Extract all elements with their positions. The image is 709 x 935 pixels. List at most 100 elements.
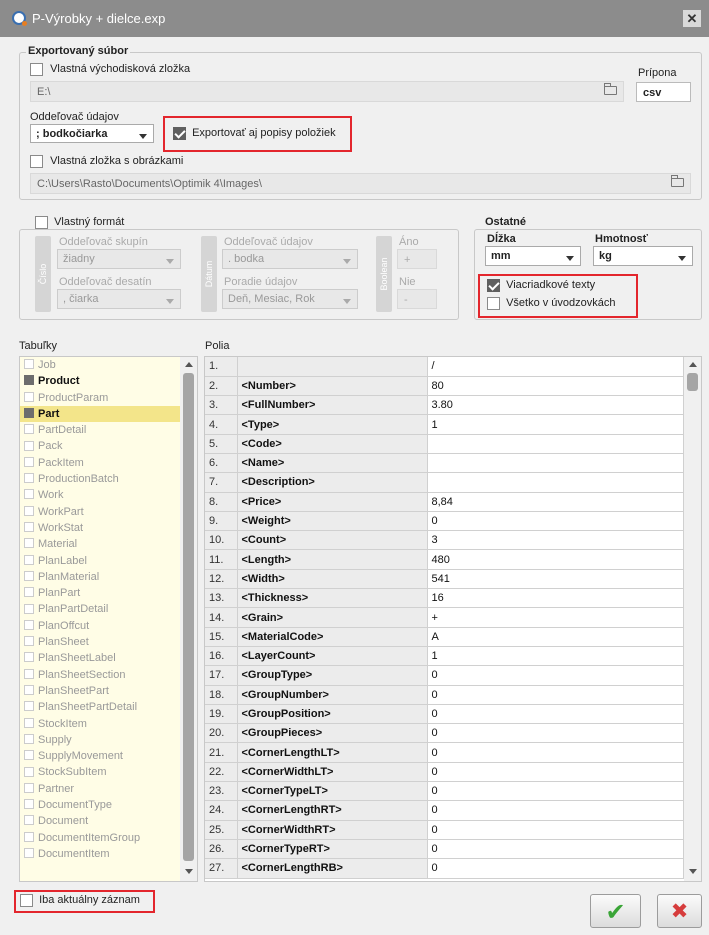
weight-unit-select[interactable]: kg (593, 246, 693, 266)
table-row[interactable]: 19. <GroupPosition> 0 (205, 704, 684, 725)
table-list-item[interactable]: SupplyMovement (20, 748, 180, 764)
table-item-checkbox[interactable] (24, 375, 34, 386)
fields-scroll-thumb[interactable] (687, 373, 698, 391)
table-list-item[interactable]: WorkPart (20, 504, 180, 520)
cancel-button[interactable]: ✖ (657, 894, 702, 928)
field-value[interactable]: 0 (427, 704, 684, 725)
table-list-item[interactable]: PlanMaterial (20, 569, 180, 585)
table-row[interactable]: 26. <CornerTypeRT> 0 (205, 839, 684, 860)
extension-input[interactable]: csv (636, 82, 691, 102)
table-item-checkbox[interactable] (24, 359, 34, 370)
field-value[interactable]: 8,84 (427, 492, 684, 512)
field-value[interactable]: 0 (427, 685, 684, 705)
table-list-item[interactable]: StockItem (20, 716, 180, 732)
field-value[interactable]: + (427, 607, 684, 628)
table-row[interactable]: 6. <Name> (205, 453, 684, 474)
table-row[interactable]: 16. <LayerCount> 1 (205, 646, 684, 667)
table-row[interactable]: 7. <Description> (205, 472, 684, 493)
ok-button[interactable]: ✔ (590, 894, 641, 928)
table-item-checkbox[interactable] (24, 652, 34, 663)
table-item-checkbox[interactable] (24, 782, 34, 793)
table-list-item[interactable]: Part (20, 405, 180, 423)
table-list-item[interactable]: PlanLabel (20, 553, 180, 569)
table-list-item[interactable]: PlanSheetPartDetail (20, 699, 180, 715)
multiline-option[interactable]: Viacriadkové texty (487, 279, 595, 292)
boolean-format-button[interactable]: Boolean (376, 236, 392, 312)
table-list-item[interactable]: DocumentItemGroup (20, 830, 180, 846)
date-order-select[interactable]: Deň, Mesiac, Rok (222, 289, 358, 309)
table-item-checkbox[interactable] (24, 391, 34, 402)
field-value[interactable]: 80 (427, 376, 684, 397)
no-value-input[interactable]: - (397, 289, 437, 309)
table-list-item[interactable]: PlanPart (20, 585, 180, 601)
table-list-item[interactable]: DocumentType (20, 797, 180, 813)
current-record-option[interactable]: Iba aktuálny záznam (20, 894, 140, 907)
table-list-item[interactable]: PartDetail (20, 422, 180, 438)
images-path-field[interactable]: C:\Users\Rasto\Documents\Optimik 4\Image… (30, 173, 691, 194)
field-value[interactable] (427, 453, 684, 474)
table-item-checkbox[interactable] (24, 750, 34, 761)
table-list-item[interactable]: Supply (20, 732, 180, 748)
yes-value-input[interactable]: + (397, 249, 437, 269)
decimal-separator-select[interactable]: , čiarka (57, 289, 181, 309)
field-value[interactable]: 0 (427, 665, 684, 686)
table-row[interactable]: 2. <Number> 80 (205, 376, 684, 397)
field-value[interactable]: 0 (427, 820, 684, 840)
field-value[interactable]: 1 (427, 414, 684, 435)
table-row[interactable]: 25. <CornerWidthRT> 0 (205, 820, 684, 840)
table-row[interactable]: 10. <Count> 3 (205, 530, 684, 551)
table-list-item[interactable]: StockSubItem (20, 764, 180, 780)
table-item-checkbox[interactable] (24, 848, 34, 858)
scroll-down-icon[interactable] (689, 869, 697, 874)
folder-icon[interactable] (604, 83, 617, 95)
field-value[interactable]: 0 (427, 800, 684, 821)
table-list-item[interactable]: PlanSheetPart (20, 683, 180, 699)
custom-folder-option[interactable]: Vlastná východisková zložka (30, 63, 190, 76)
fields-grid[interactable]: 1./2. <Number> 80 3. <FullNumber> 3.80 4. <Type… (204, 356, 702, 882)
date-format-button[interactable]: Dátum (201, 236, 217, 312)
field-value[interactable]: 3.80 (427, 395, 684, 416)
table-item-checkbox[interactable] (24, 440, 34, 451)
table-row[interactable]: 24. <CornerLengthRT> 0 (205, 800, 684, 821)
multiline-checkbox[interactable] (487, 279, 500, 292)
tables-scrollbar[interactable] (180, 357, 197, 881)
export-descriptions-checkbox[interactable] (173, 127, 186, 140)
separator-select[interactable]: ; bodkočiarka (30, 124, 154, 143)
table-row[interactable]: 11. <Length> 480 (205, 549, 684, 570)
field-value[interactable]: 0 (427, 839, 684, 860)
scroll-up-icon[interactable] (185, 362, 193, 367)
field-value[interactable]: 0 (427, 742, 684, 763)
tables-list[interactable]: Job Product ProductParam Part PartDetail Pack… (19, 356, 198, 882)
field-value[interactable]: 0 (427, 511, 684, 532)
table-row[interactable]: 18. <GroupNumber> 0 (205, 685, 684, 705)
field-value[interactable]: 16 (427, 588, 684, 609)
custom-format-checkbox[interactable] (35, 216, 48, 229)
table-row[interactable]: 3. <FullNumber> 3.80 (205, 395, 684, 416)
table-item-checkbox[interactable] (24, 636, 34, 647)
table-list-item[interactable]: PackItem (20, 455, 180, 471)
table-list-item[interactable]: Document (20, 813, 180, 829)
table-list-item[interactable]: Partner (20, 781, 180, 797)
table-item-checkbox[interactable] (24, 799, 34, 810)
table-row[interactable]: 12. <Width> 541 (205, 569, 684, 590)
table-list-item[interactable]: ProductParam (20, 390, 180, 406)
current-record-checkbox[interactable] (20, 894, 33, 907)
images-folder-checkbox[interactable] (30, 155, 43, 168)
table-row[interactable]: 8. <Price> 8,84 (205, 492, 684, 512)
table-item-checkbox[interactable] (24, 701, 34, 712)
field-value[interactable] (427, 434, 684, 454)
table-list-item[interactable]: Job (20, 357, 180, 373)
table-item-checkbox[interactable] (24, 831, 34, 842)
table-item-checkbox[interactable] (24, 766, 34, 777)
close-button[interactable]: ✕ (683, 10, 701, 27)
table-row[interactable]: 17. <GroupType> 0 (205, 665, 684, 686)
table-list-item[interactable]: PlanSheetSection (20, 667, 180, 683)
table-list-item[interactable]: ProductionBatch (20, 471, 180, 487)
scroll-down-icon[interactable] (185, 869, 193, 874)
table-row[interactable]: 4. <Type> 1 (205, 414, 684, 435)
table-item-checkbox[interactable] (24, 717, 34, 728)
table-item-checkbox[interactable] (24, 815, 34, 826)
group-separator-select[interactable]: žiadny (57, 249, 181, 269)
images-folder-option[interactable]: Vlastná zložka s obrázkami (30, 155, 183, 168)
table-row[interactable]: 9. <Weight> 0 (205, 511, 684, 532)
